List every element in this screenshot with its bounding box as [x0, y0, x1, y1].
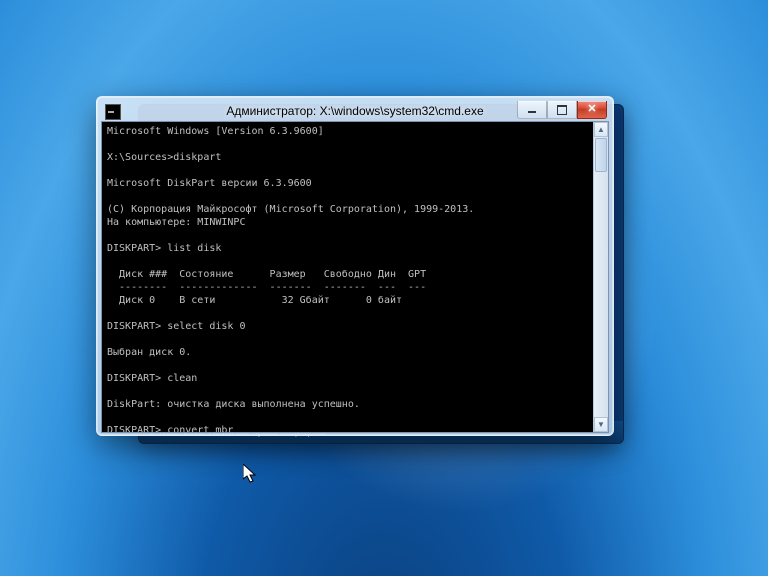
cmd-window[interactable]: Администратор: X:\windows\system32\cmd.e…: [96, 96, 614, 436]
maximize-button[interactable]: [547, 101, 577, 119]
window-controls: ✕: [517, 101, 607, 119]
window-title: Администратор: X:\windows\system32\cmd.e…: [226, 104, 483, 118]
scroll-down-button[interactable]: ▼: [594, 417, 608, 432]
titlebar[interactable]: Администратор: X:\windows\system32\cmd.e…: [101, 101, 609, 121]
mouse-pointer-icon: [243, 464, 259, 486]
scroll-up-button[interactable]: ▲: [594, 122, 608, 137]
minimize-icon: [528, 111, 536, 113]
maximize-icon: [557, 105, 567, 115]
desktop-background: © WDZ. 2015. Почти все права защищены. А…: [0, 0, 768, 576]
close-button[interactable]: ✕: [577, 101, 607, 119]
scroll-thumb[interactable]: [595, 138, 607, 172]
minimize-button[interactable]: [517, 101, 547, 119]
cmd-icon: [105, 104, 121, 120]
console-client-area: Microsoft Windows [Version 6.3.9600] X:\…: [101, 121, 609, 433]
close-icon: ✕: [587, 104, 596, 115]
console-output[interactable]: Microsoft Windows [Version 6.3.9600] X:\…: [102, 122, 594, 432]
vertical-scrollbar[interactable]: ▲ ▼: [593, 122, 608, 432]
